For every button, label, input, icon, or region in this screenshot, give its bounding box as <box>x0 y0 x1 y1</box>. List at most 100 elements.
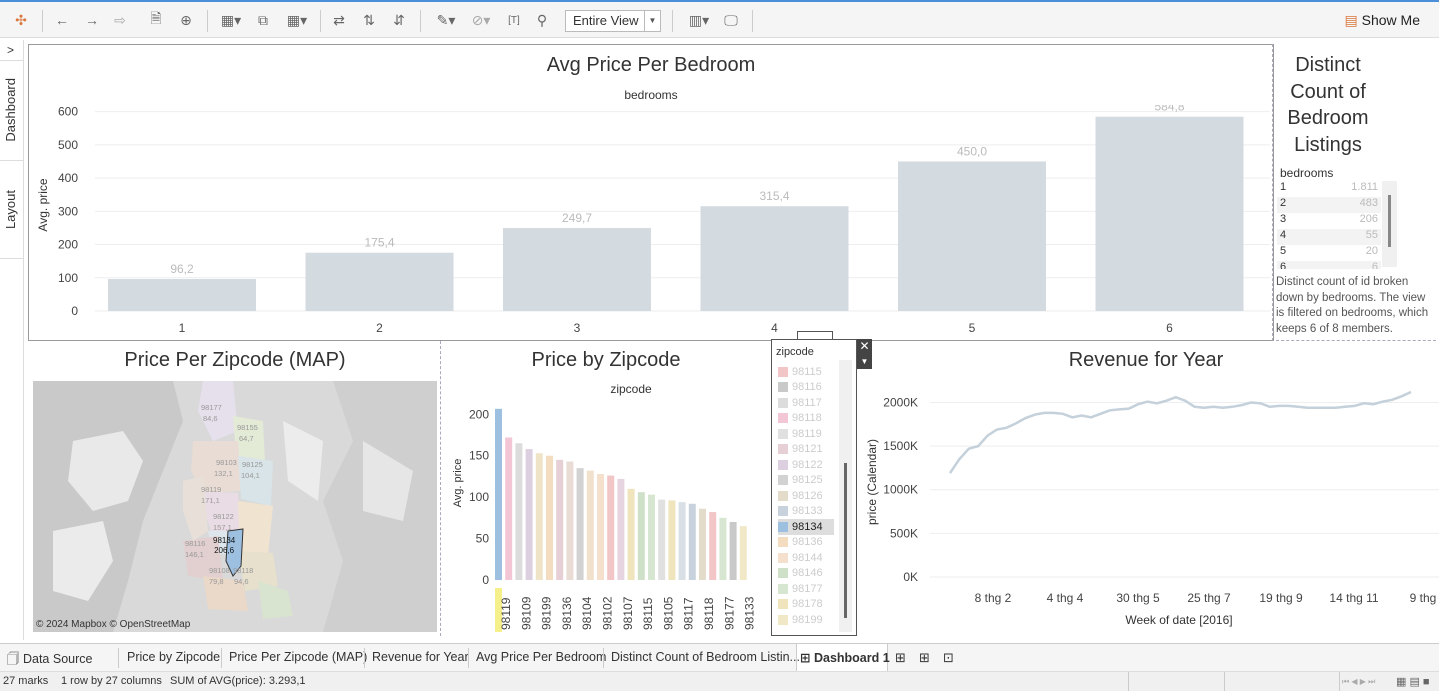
filter-item[interactable]: 98177 <box>778 581 834 597</box>
tab-avg-price-per-bedroom[interactable]: Avg Price Per Bedroom <box>476 650 606 664</box>
new-story-icon[interactable]: ⊡ <box>943 650 954 666</box>
save-icon[interactable]: 🗎 <box>148 10 164 30</box>
presentation-icon[interactable]: 🖵 <box>722 10 740 30</box>
sort-desc-icon[interactable]: ⇵ <box>390 10 408 30</box>
new-datasource-icon[interactable]: ⊕ <box>178 10 194 30</box>
tab-price-by-zipcode[interactable]: Price by Zipcode <box>127 650 220 664</box>
map-zip-label: 171,1 <box>201 496 220 505</box>
new-worksheet-icon[interactable]: ⊞ <box>895 650 906 666</box>
expand-panel-icon[interactable]: > <box>7 43 14 57</box>
toolbar: ✣ ← → ⇨ 🗎 ⊕ ▦▾ ⧉ ▦▾ ⇄ ⇅ ⇵ ✎▾ ⊘▾ [T] ⚲ En… <box>0 2 1439 38</box>
filter-item[interactable]: 98134 <box>778 519 834 535</box>
distinct-count-value: 206 <box>1359 213 1378 225</box>
labels-icon[interactable]: [T] <box>506 10 522 30</box>
pin-icon[interactable]: ⚲ <box>534 10 550 30</box>
y-tick-label: 50 <box>476 532 490 546</box>
distinct-count-row[interactable]: 66 <box>1277 261 1381 269</box>
map-canvas[interactable] <box>33 381 437 632</box>
distinct-count-header: bedrooms <box>1280 166 1334 180</box>
distinct-count-value: 20 <box>1365 245 1378 257</box>
tab-distinct-count[interactable]: Distinct Count of Bedroom Listin... <box>611 650 800 664</box>
filter-item[interactable]: 98146 <box>778 566 834 582</box>
distinct-count-row[interactable]: 5 20 <box>1277 245 1381 261</box>
filter-item[interactable]: 98126 <box>778 488 834 504</box>
zipcode-map[interactable]: 98177 84,6 98155 64,7 98103 132,1 98125 104,1 98… <box>33 381 437 632</box>
distinct-scroll-thumb[interactable] <box>1388 195 1391 247</box>
show-cards-icon[interactable]: ▥▾ <box>684 10 714 30</box>
bar <box>637 492 645 580</box>
color-swatch <box>778 397 788 408</box>
filter-item-label: 98119 <box>792 427 822 440</box>
filter-item[interactable]: 98118 <box>778 411 834 427</box>
distinct-count-row[interactable]: 3 206 <box>1277 213 1381 229</box>
tab-data-source[interactable]: 🗍 Data Source <box>7 650 92 671</box>
show-me-label: Show Me <box>1361 12 1420 28</box>
tab-dashboard-1[interactable]: ⊞ Dashboard 1 <box>800 650 890 665</box>
filter-scroll-thumb[interactable] <box>844 463 847 618</box>
color-swatch <box>778 366 788 377</box>
filter-item-label: 98117 <box>792 396 822 409</box>
revenue-x-axis-label: Week of date [2016] <box>1125 613 1232 627</box>
undo-icon[interactable]: ← <box>54 10 70 30</box>
distinct-count-row[interactable]: 4 55 <box>1277 229 1381 245</box>
filter-item[interactable]: 98199 <box>778 612 834 628</box>
filter-item[interactable]: 98119 <box>778 426 834 442</box>
bar <box>525 449 533 580</box>
swap-icon[interactable]: ⇄ <box>330 10 348 30</box>
filter-item[interactable]: 98117 <box>778 395 834 411</box>
distinct-count-row[interactable]: 2 483 <box>1277 197 1381 213</box>
x-tick-label: 2 <box>376 321 383 335</box>
zipcode-filter-card[interactable]: zipcode 98115 98116 98117 98118 98119 98121 98… <box>771 339 857 636</box>
highlight-icon[interactable]: ✎▾ <box>432 10 460 30</box>
group-icon[interactable]: ⊘▾ <box>468 10 494 30</box>
filter-item[interactable]: 98121 <box>778 442 834 458</box>
replay-icon[interactable]: ⇨ <box>110 10 130 30</box>
distinct-count-value: 6 <box>1371 261 1378 269</box>
filter-item[interactable]: 98136 <box>778 535 834 551</box>
y-tick-label: 150 <box>469 449 489 463</box>
filter-scrollbar[interactable] <box>839 360 852 632</box>
distinct-count-key: 4 <box>1280 229 1287 241</box>
bar <box>597 473 604 580</box>
bar <box>535 453 543 580</box>
y-tick-label: 0 <box>482 573 489 587</box>
distinct-count-row[interactable]: 1 1.811 <box>1277 181 1381 197</box>
zipcode-bar-chart[interactable]: Avg. price 0 50 100 150 200 98119 98109 98199 98… <box>443 398 771 636</box>
map-zip-label: 98116 <box>185 539 206 548</box>
filter-item[interactable]: 98144 <box>778 550 834 566</box>
bar-value-label: 315,4 <box>759 189 789 203</box>
y-tick-label: 300 <box>58 204 78 218</box>
color-swatch <box>778 552 788 563</box>
filter-item[interactable]: 98133 <box>778 504 834 520</box>
revenue-line-chart[interactable]: price (Calendar) Week of date [2016] 0K 5… <box>860 375 1439 637</box>
bedroom-bar-chart[interactable]: Avg. price 0 100 200 300 400 500 600 96,2 1 175,4… <box>30 105 1270 340</box>
show-me-button[interactable]: ▤ Show Me <box>1345 12 1420 29</box>
bar-value-label: 450,0 <box>957 144 987 158</box>
tab-dashboard[interactable]: Dashboard <box>3 78 18 142</box>
filter-item[interactable]: 98122 <box>778 457 834 473</box>
view-mode-select[interactable]: Entire View ▼ <box>565 10 661 32</box>
tab-revenue-for-year[interactable]: Revenue for Year <box>372 650 469 664</box>
tab-layout[interactable]: Layout <box>3 190 18 229</box>
distinct-scrollbar[interactable] <box>1382 181 1397 267</box>
new-worksheet-icon[interactable]: ▦▾ <box>216 10 246 30</box>
clear-sheet-icon[interactable]: ▦▾ <box>282 10 312 30</box>
sheet-navigation-icons[interactable]: ⏮ ◀ ▶ ⏭ <box>1342 677 1375 687</box>
map-zip-label: 98155 <box>237 423 258 432</box>
sort-asc-icon[interactable]: ⇅ <box>360 10 378 30</box>
x-tick-label: 98136 <box>560 596 574 630</box>
filter-item[interactable]: 98178 <box>778 597 834 613</box>
tableau-logo-icon[interactable]: ✣ <box>12 10 30 30</box>
new-dashboard-icon[interactable]: ⊞ <box>919 650 930 666</box>
filter-item[interactable]: 98115 <box>778 364 834 380</box>
filter-item[interactable]: 98116 <box>778 380 834 396</box>
redo-icon[interactable]: → <box>84 10 100 30</box>
duplicate-icon[interactable]: ⧉ <box>254 10 272 30</box>
close-icon[interactable]: ✕ <box>857 339 872 354</box>
chevron-down-icon[interactable]: ▼ <box>857 354 872 369</box>
filter-item[interactable]: 98125 <box>778 473 834 489</box>
zipcode-y-axis-label: Avg. price <box>452 459 464 508</box>
color-swatch <box>778 459 788 470</box>
view-mode-icons[interactable]: ▦ ▤ ■ <box>1396 675 1430 688</box>
tab-price-per-zipcode-map[interactable]: Price Per Zipcode (MAP) <box>229 650 367 664</box>
